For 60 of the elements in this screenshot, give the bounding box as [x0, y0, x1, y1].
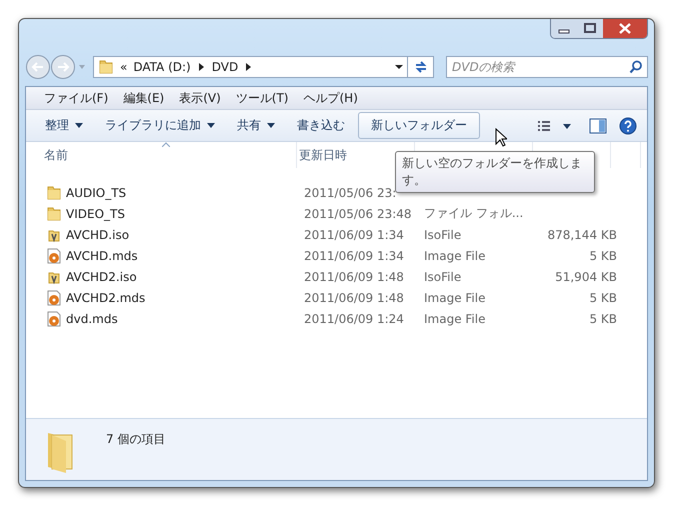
file-type: Image File [424, 290, 486, 304]
search-icon[interactable] [629, 60, 643, 74]
breadcrumb[interactable]: DATA (D:) [133, 60, 191, 74]
menu-item[interactable]: 編集(E) [117, 88, 170, 108]
file-name[interactable]: dvd.mds [66, 312, 118, 326]
toolbar-button[interactable]: 共有 [228, 113, 284, 138]
file-size: 5 KB [588, 248, 617, 262]
file-name[interactable]: AVCHD.iso [66, 228, 130, 242]
modified-date: 2011/06/09 1:34 [304, 228, 405, 242]
file-size: 51,904 KB [554, 270, 617, 284]
disc-file-icon [46, 248, 62, 264]
tooltip: 新しい空のフォルダーを作成します。 [395, 151, 595, 193]
search-field[interactable]: DVDの検索 [446, 56, 648, 78]
modified-date: 2011/06/09 1:48 [304, 270, 405, 284]
cursor-icon [495, 128, 507, 147]
file-name[interactable]: AVCHD2.iso [66, 270, 137, 284]
column-header[interactable]: 名前 [44, 146, 68, 164]
file-size: 878,144 KB [546, 228, 617, 242]
file-type: Image File [424, 312, 486, 326]
disc-file-icon [46, 310, 62, 326]
modified-date: 2011/06/09 1:48 [304, 290, 405, 304]
folder-icon [46, 206, 62, 222]
menu-item[interactable]: ヘルプ(H) [298, 88, 364, 108]
file-size: 5 KB [588, 290, 617, 304]
breadcrumb-chevron[interactable]: « [120, 60, 128, 74]
toolbar-button[interactable]: 整理 [36, 113, 92, 138]
modified-date: 2011/05/06 23:48 [304, 206, 413, 220]
breadcrumb-arrow-icon[interactable] [246, 63, 252, 71]
menu-item[interactable]: ツール(T) [230, 88, 294, 108]
file-name[interactable]: VIDEO_TS [66, 206, 125, 220]
folder-icon [98, 59, 114, 75]
refresh-icon[interactable] [414, 60, 428, 74]
help-icon[interactable] [619, 116, 637, 134]
folder-icon [46, 184, 62, 200]
breadcrumb[interactable]: DVD [212, 60, 238, 74]
toolbar-button[interactable]: 新しいフォルダー [358, 112, 480, 139]
maximize-icon[interactable] [577, 19, 603, 38]
file-name[interactable]: AVCHD2.mds [66, 290, 146, 304]
breadcrumb-arrow-icon[interactable] [198, 63, 204, 71]
file-size: 5 KB [588, 312, 617, 326]
item-count: 7 個の項目 [106, 431, 166, 448]
modified-date: 2011/06/09 1:34 [304, 248, 405, 262]
toolbar-button[interactable]: ライブラリに追加 [96, 113, 224, 138]
back-forward-icon[interactable] [25, 54, 87, 80]
disc-file-icon [46, 290, 62, 306]
menu-item[interactable]: ファイル(F) [38, 88, 114, 108]
menu-item[interactable]: 表示(V) [173, 88, 227, 108]
file-type: Image File [424, 248, 486, 262]
column-header[interactable]: 更新日時 [299, 146, 347, 164]
file-type: IsoFile [424, 228, 462, 242]
preview-pane-icon[interactable] [589, 118, 607, 134]
toolbar-button[interactable]: 書き込む [288, 113, 354, 138]
file-type: IsoFile [424, 270, 462, 284]
file-type: ファイル フォル... [424, 205, 524, 222]
modified-date: 2011/06/09 1:24 [304, 312, 405, 326]
minimize-icon[interactable] [551, 19, 577, 38]
close-icon[interactable] [603, 19, 647, 38]
modified-date: 2011/05/06 23: [304, 186, 398, 200]
file-name[interactable]: AUDIO_TS [66, 186, 126, 200]
file-name[interactable]: AVCHD.mds [66, 248, 138, 262]
